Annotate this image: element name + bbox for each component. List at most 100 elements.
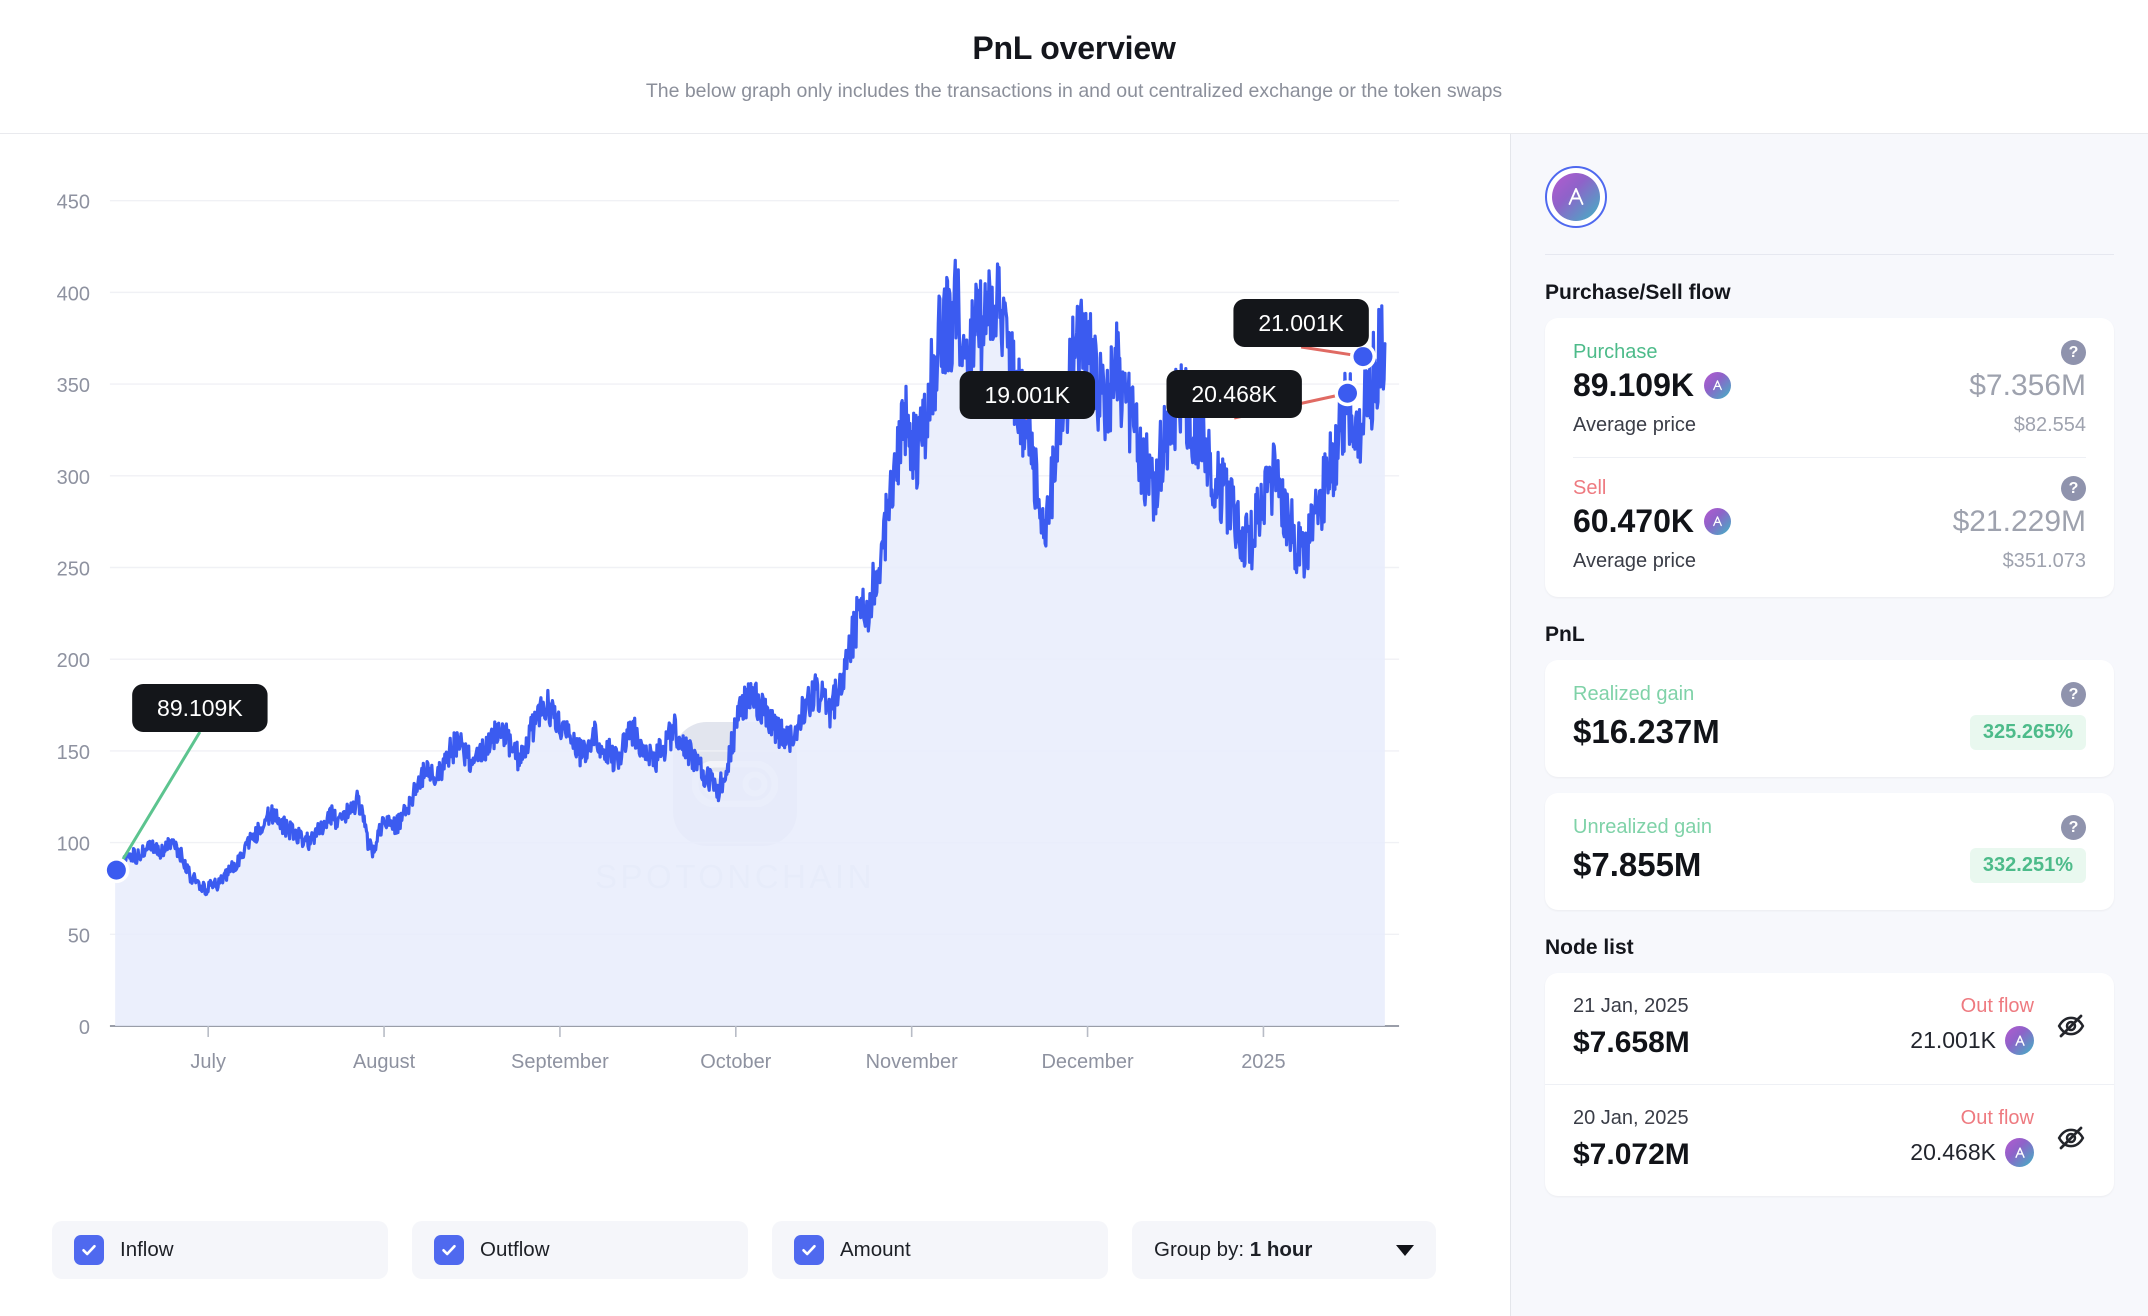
page-subtitle: The below graph only includes the transa…: [645, 80, 1503, 102]
node-amount-text: 20.468K: [1910, 1139, 1996, 1165]
table-row[interactable]: 21 Jan, 2025 $7.658M Out flow 21.001K: [1545, 973, 2114, 1084]
question-mark-icon[interactable]: ?: [2061, 815, 2086, 840]
purchase-avg-value: $82.554: [2013, 414, 2086, 436]
aave-token-icon-small: [2005, 1026, 2034, 1055]
svg-text:200: 200: [57, 650, 90, 672]
realized-gain-main: $16.237M 325.265%: [1573, 713, 2086, 751]
node-left: 20 Jan, 2025 $7.072M: [1573, 1107, 1690, 1172]
page-title: PnL overview: [972, 30, 1176, 66]
unrealized-gain-percent-badge: 332.251%: [1969, 847, 2086, 883]
page-header: PnL overview The below graph only includ…: [0, 0, 2148, 134]
svg-text:September: September: [511, 1051, 609, 1073]
sell-avg-label: Average price: [1573, 550, 1697, 572]
unrealized-gain-label: Unrealized gain: [1573, 816, 1712, 838]
outflow-checkbox[interactable]: [434, 1235, 464, 1265]
group-by-select[interactable]: Group by: 1 hour: [1132, 1221, 1436, 1279]
node-left: 21 Jan, 2025 $7.658M: [1573, 995, 1690, 1060]
sell-amount: 60.470K: [1573, 503, 1731, 540]
unrealized-gain-card: Unrealized gain ? $7.855M 332.251%: [1545, 793, 2114, 910]
node-amount-text: 21.001K: [1910, 1027, 1996, 1053]
realized-gain-header: Realized gain ?: [1573, 682, 2086, 707]
svg-text:150: 150: [57, 742, 90, 764]
realized-gain-percent-badge: 325.265%: [1969, 714, 2086, 750]
svg-text:20.468K: 20.468K: [1191, 381, 1277, 407]
filter-amount[interactable]: Amount: [772, 1221, 1108, 1279]
svg-text:December: December: [1041, 1051, 1133, 1073]
sell-header: Sell ?: [1573, 476, 2086, 501]
svg-text:250: 250: [57, 558, 90, 580]
chart-controls: Inflow Outflow Amount Group by: 1 hour: [0, 1200, 1510, 1316]
eye-off-icon[interactable]: [2056, 1011, 2086, 1046]
node-usd: $7.658M: [1573, 1026, 1690, 1059]
token-header: [1545, 162, 2114, 254]
unrealized-gain-header: Unrealized gain ?: [1573, 815, 2086, 840]
svg-text:350: 350: [57, 375, 90, 397]
svg-text:100: 100: [57, 834, 90, 856]
card-separator: [1573, 457, 2086, 458]
aave-token-icon-small: [1703, 372, 1731, 399]
unrealized-gain-value: $7.855M: [1573, 846, 1702, 883]
filter-inflow[interactable]: Inflow: [52, 1221, 388, 1279]
node-right-col: Out flow 21.001K: [1910, 995, 2034, 1055]
pnl-area-chart[interactable]: 0 50 100 150 200 250 300 350 400 450 July August Sep…: [0, 134, 1510, 1200]
node-amount: 20.468K: [1910, 1138, 2034, 1167]
svg-text:November: November: [866, 1051, 958, 1073]
pnl-section-title: PnL: [1545, 623, 1585, 646]
aave-token-icon-small: [2005, 1138, 2034, 1167]
svg-text:July: July: [190, 1051, 226, 1073]
inflow-label: Inflow: [120, 1238, 174, 1261]
node-right: Out flow 21.001K: [1910, 995, 2086, 1055]
sell-avg-row: Average price $351.073: [1573, 550, 2086, 573]
filter-outflow[interactable]: Outflow: [412, 1221, 748, 1279]
purchase-amount-text: 89.109K: [1573, 367, 1694, 403]
svg-text:50: 50: [68, 925, 90, 947]
svg-text:89.109K: 89.109K: [157, 695, 243, 721]
question-mark-icon[interactable]: ?: [2061, 476, 2086, 501]
svg-text:450: 450: [57, 192, 90, 214]
token-gradient-orb: [1552, 173, 1600, 221]
sell-amount-text: 60.470K: [1573, 503, 1694, 539]
unrealized-gain-main: $7.855M 332.251%: [1573, 846, 2086, 884]
table-row[interactable]: 20 Jan, 2025 $7.072M Out flow 20.468K: [1545, 1084, 2114, 1196]
group-by-value: 1 hour: [1249, 1238, 1313, 1261]
svg-text:0: 0: [79, 1017, 90, 1039]
node-flow-type: Out flow: [1960, 995, 2034, 1017]
svg-text:19.001K: 19.001K: [985, 382, 1071, 408]
page-body: SPOTONCHAIN 050100150200250300350400450J…: [0, 134, 2148, 1316]
outflow-label: Outflow: [480, 1238, 550, 1261]
realized-gain-label: Realized gain: [1573, 683, 1695, 705]
chart-area: SPOTONCHAIN 050100150200250300350400450J…: [0, 134, 1510, 1200]
node-date: 21 Jan, 2025: [1573, 995, 1689, 1017]
amount-label: Amount: [840, 1238, 911, 1261]
question-mark-icon[interactable]: ?: [2061, 340, 2086, 365]
group-by-prefix: Group by:: [1154, 1238, 1250, 1261]
purchase-avg-row: Average price $82.554: [1573, 414, 2086, 437]
purchase-sell-section-title: Purchase/Sell flow: [1545, 281, 1731, 304]
svg-text:August: August: [353, 1051, 416, 1073]
purchase-label: Purchase: [1573, 341, 1658, 363]
amount-checkbox[interactable]: [794, 1235, 824, 1265]
sell-main: 60.470K $21.229M: [1573, 503, 2086, 540]
purchase-amount: 89.109K: [1573, 367, 1731, 404]
node-date: 20 Jan, 2025: [1573, 1107, 1689, 1129]
sell-usd: $21.229M: [1952, 504, 2086, 538]
svg-text:October: October: [700, 1051, 771, 1073]
sidebar-divider: [1545, 254, 2114, 255]
sell-label: Sell: [1573, 477, 1607, 499]
node-right-col: Out flow 20.468K: [1910, 1107, 2034, 1167]
purchase-header: Purchase ?: [1573, 340, 2086, 365]
node-usd: $7.072M: [1573, 1138, 1690, 1171]
question-mark-icon[interactable]: ?: [2061, 682, 2086, 707]
realized-gain-card: Realized gain ? $16.237M 325.265%: [1545, 660, 2114, 777]
node-right: Out flow 20.468K: [1910, 1107, 2086, 1167]
pnl-overview-page: PnL overview The below graph only includ…: [0, 0, 2148, 1316]
eye-off-icon[interactable]: [2056, 1123, 2086, 1158]
aave-token-icon-small: [1703, 508, 1731, 535]
purchase-usd: $7.356M: [1969, 368, 2086, 402]
purchase-sell-card: Purchase ? 89.109K $7.356M Average price…: [1545, 318, 2114, 597]
inflow-checkbox[interactable]: [74, 1235, 104, 1265]
aave-token-icon[interactable]: [1545, 166, 1607, 228]
node-flow-type: Out flow: [1960, 1107, 2034, 1129]
chevron-down-icon: [1396, 1244, 1414, 1256]
svg-text:400: 400: [57, 283, 90, 305]
